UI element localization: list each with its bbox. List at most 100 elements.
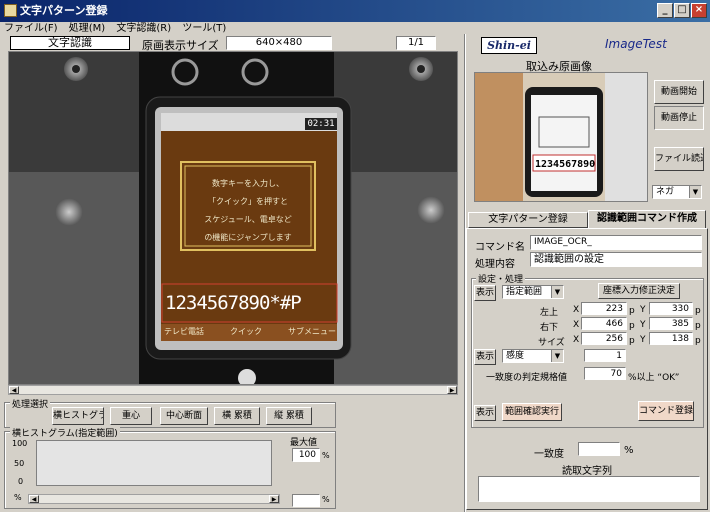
- bottom-right-y-field[interactable]: 385: [649, 317, 693, 330]
- minimize-button[interactable]: _: [657, 3, 673, 18]
- close-button[interactable]: ×: [691, 3, 707, 18]
- image-size-field: 640×480: [226, 36, 332, 50]
- message-line: の機能にジャンプします: [204, 233, 292, 242]
- load-file-button[interactable]: ファイル読込: [654, 147, 704, 171]
- show-sensitivity-button[interactable]: 表示: [474, 349, 496, 365]
- top-left-y-unit: p: [695, 306, 701, 316]
- range-select-value: 指定範囲: [506, 287, 543, 297]
- softkey-right: サブメニュー: [288, 327, 336, 336]
- top-left-x-label: X: [573, 305, 580, 315]
- process-content-label: 処理内容: [475, 259, 515, 270]
- camera-scrollbar[interactable]: ◀ ▶: [8, 385, 458, 395]
- sensitivity-field[interactable]: 1: [584, 349, 626, 362]
- tab-pattern-registration[interactable]: 文字パターン登録: [468, 212, 588, 228]
- match-threshold-suffix: %以上 “OK”: [628, 373, 680, 383]
- bottom-right-y-label: Y: [640, 320, 646, 330]
- menu-bar: ファイル(F) 処理(M) 文字認識(R) ツール(T): [0, 22, 710, 36]
- size-x-field[interactable]: 256: [581, 332, 627, 345]
- show-result-button[interactable]: 表示: [474, 405, 496, 421]
- bottom-value-unit: %: [322, 495, 330, 504]
- bottom-right-x-label: X: [573, 320, 580, 330]
- menu-file[interactable]: ファイル(F): [0, 22, 62, 36]
- range-select[interactable]: 指定範囲 ▼: [502, 285, 564, 299]
- y-tick-0: 0: [18, 477, 24, 486]
- phone-message: 数字キーを入力し、 「クイック」を押すと スケジュール、電卓など の機能にジャン…: [185, 175, 311, 247]
- size-label: サイズ: [538, 338, 565, 348]
- sensitivity-select-value: 感度: [506, 351, 525, 361]
- svg-text:1234567890: 1234567890: [535, 159, 595, 170]
- page-indicator: 1/1: [396, 36, 436, 50]
- chevron-down-icon[interactable]: ▼: [689, 186, 701, 198]
- camera-view[interactable]: 02:31 数字キーを入力し、 「クイック」を押すと スケジュール、電卓など の…: [8, 51, 458, 385]
- match-threshold-label: 一致度の判定規格値: [486, 373, 568, 383]
- vertical-cumulative-button[interactable]: 縦 累積: [266, 407, 312, 425]
- menu-process[interactable]: 処理(M): [65, 22, 109, 36]
- app-icon: [4, 4, 17, 17]
- histogram-scrollbar[interactable]: ◀ ▶: [28, 494, 280, 504]
- size-x-unit: p: [629, 336, 635, 346]
- bottom-value-field[interactable]: [292, 494, 320, 507]
- negative-select-value: ネガ: [656, 187, 675, 197]
- processing-label: 処理選択: [10, 397, 51, 410]
- show-range-button[interactable]: 表示: [474, 285, 496, 301]
- size-y-label: Y: [640, 335, 646, 345]
- softkey-left: テレビ電話: [164, 327, 204, 336]
- read-string-field: [478, 476, 700, 502]
- menu-tools[interactable]: ツール(T): [178, 22, 230, 36]
- mode-display: 文字認識: [10, 36, 130, 50]
- center-section-button[interactable]: 中心断面: [160, 407, 208, 425]
- tab-range-command[interactable]: 認識範囲コマンド作成: [588, 210, 706, 228]
- command-name-label: コマンド名: [475, 242, 525, 253]
- horizontal-cumulative-button[interactable]: 横 累積: [214, 407, 260, 425]
- preview-thumbnail: 1234567890: [475, 73, 647, 201]
- menu-recognition[interactable]: 文字認識(R): [112, 22, 175, 36]
- max-value-unit: %: [322, 451, 330, 460]
- maximize-button[interactable]: □: [674, 3, 690, 18]
- result-match-unit: %: [624, 445, 634, 456]
- size-y-field[interactable]: 138: [649, 332, 693, 345]
- scroll-right-icon[interactable]: ▶: [447, 386, 457, 394]
- scroll-left-icon[interactable]: ◀: [29, 495, 39, 503]
- top-left-x-field[interactable]: 223: [581, 302, 627, 315]
- size-x-label: X: [573, 335, 580, 345]
- preview-image: 1234567890: [474, 72, 648, 202]
- brand-logo: Shin-ei: [481, 37, 537, 54]
- app-name: ImageTest: [605, 37, 667, 51]
- horizontal-histogram-button[interactable]: 横ヒストグラム: [52, 407, 104, 425]
- command-name-field[interactable]: IMAGE_OCR_: [530, 235, 702, 250]
- start-video-button[interactable]: 動画開始: [654, 80, 704, 104]
- range-check-button[interactable]: 範囲確認実行: [502, 403, 562, 421]
- top-left-label: 左上: [540, 308, 559, 318]
- settings-label: 設定・処理: [476, 272, 526, 285]
- match-threshold-field[interactable]: 70: [584, 367, 626, 380]
- max-value-field[interactable]: 100: [292, 448, 320, 462]
- top-left-y-field[interactable]: 330: [649, 302, 693, 315]
- stop-video-button[interactable]: 動画停止: [654, 106, 704, 130]
- register-command-button[interactable]: コマンド登録: [638, 401, 694, 421]
- histogram-plot: [36, 440, 272, 486]
- chevron-down-icon[interactable]: ▼: [551, 350, 563, 362]
- result-match-field: [578, 442, 620, 456]
- chevron-down-icon[interactable]: ▼: [551, 286, 563, 298]
- x-unit-label: %: [14, 493, 22, 502]
- histogram-label: 横ヒストグラム(指定範囲): [10, 426, 120, 439]
- message-line: 「クイック」を押すと: [208, 197, 288, 206]
- bottom-right-x-field[interactable]: 466: [581, 317, 627, 330]
- top-left-y-label: Y: [640, 305, 646, 315]
- phone-clock: 02:31: [305, 118, 337, 130]
- size-y-unit: p: [695, 336, 701, 346]
- bottom-right-x-unit: p: [629, 321, 635, 331]
- max-value-label: 最大値: [290, 438, 318, 448]
- centroid-button[interactable]: 重心: [110, 407, 152, 425]
- bottom-right-label: 右下: [540, 323, 559, 333]
- negative-select[interactable]: ネガ ▼: [652, 185, 702, 199]
- process-content-field: 認識範囲の設定: [530, 252, 702, 267]
- phone-digits: 1234567890*#P: [165, 292, 302, 314]
- scroll-left-icon[interactable]: ◀: [9, 386, 19, 394]
- message-line: スケジュール、電卓など: [204, 215, 292, 224]
- scroll-right-icon[interactable]: ▶: [269, 495, 279, 503]
- title-bar: 文字パターン登録: [0, 0, 710, 22]
- result-match-label: 一致度: [534, 449, 564, 460]
- sensitivity-select[interactable]: 感度 ▼: [502, 349, 564, 363]
- coord-confirm-button[interactable]: 座標入力修正決定: [598, 283, 680, 299]
